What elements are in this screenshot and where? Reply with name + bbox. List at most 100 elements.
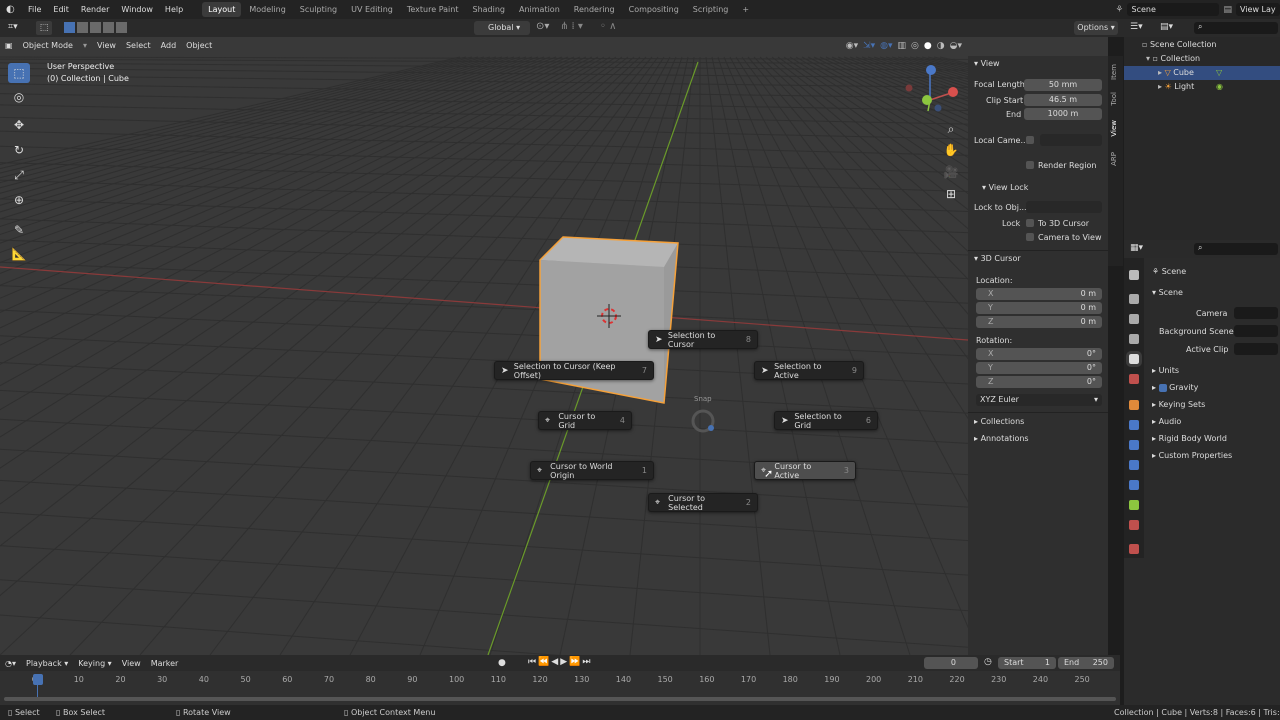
collections-section-header[interactable]: ▸ Collections <box>968 415 1024 429</box>
background-scene-field[interactable] <box>1234 325 1278 337</box>
overlay-toggle-icon[interactable]: ◍▾ <box>880 41 892 51</box>
3d-viewport[interactable]: ▣ Object Mode ▾ View Select Add Object ◉… <box>0 37 1108 655</box>
editor-type-icon[interactable]: ⌗▾ <box>8 22 18 32</box>
annotations-section-header[interactable]: ▸ Annotations <box>968 432 1029 446</box>
rotate-tool-icon[interactable]: ↻ <box>8 140 30 160</box>
menu-add[interactable]: Add <box>156 41 182 50</box>
timeline-editor-icon[interactable]: ◔▾ <box>0 659 21 668</box>
tab-compositing[interactable]: Compositing <box>623 2 685 17</box>
blender-logo-icon[interactable]: ◐ <box>0 0 22 19</box>
playhead[interactable] <box>33 674 43 685</box>
tab-rendering[interactable]: Rendering <box>568 2 621 17</box>
menu-marker[interactable]: Marker <box>146 659 184 668</box>
pie-item-selection-to-active[interactable]: ➤ Selection to Active 9 <box>754 361 864 380</box>
local-camera-checkbox[interactable] <box>1026 136 1034 144</box>
gravity-checkbox[interactable] <box>1158 383 1167 392</box>
object-mode-dropdown[interactable]: Object Mode <box>18 41 78 50</box>
start-frame-field[interactable]: Start 1 <box>998 657 1056 669</box>
pie-item-cursor-to-grid[interactable]: ⌖ Cursor to Grid 4 <box>538 411 632 430</box>
light-data-icon[interactable]: ◉ <box>1216 80 1223 94</box>
cursor-rotation-y[interactable]: Y 0° <box>976 362 1102 374</box>
playback-controls[interactable]: ⏮⏪◀▶⏩⏭ <box>528 657 592 667</box>
data-tab-icon[interactable] <box>1129 500 1139 510</box>
properties-search-input[interactable]: ⌕ <box>1194 243 1278 255</box>
3d-cursor-section-header[interactable]: ▾ 3D Cursor <box>968 252 1021 266</box>
tab-shading[interactable]: Shading <box>466 2 511 17</box>
camera-view-icon[interactable]: 🎥 <box>940 162 962 182</box>
lock-to-object-field[interactable] <box>1026 201 1102 213</box>
transform-tool-icon[interactable]: ⊕ <box>8 190 30 210</box>
view-lock-header[interactable]: ▾ View Lock <box>968 181 1028 195</box>
menu-edit[interactable]: Edit <box>47 0 75 19</box>
cursor-rotation-x[interactable]: X 0° <box>976 348 1102 360</box>
orientation-dropdown[interactable]: Global ▾ <box>474 21 530 35</box>
menu-select[interactable]: Select <box>121 41 156 50</box>
menu-keying[interactable]: Keying ▾ <box>73 659 116 668</box>
camera-to-view-checkbox[interactable] <box>1026 233 1034 241</box>
display-mode-icon[interactable]: ▤▾ <box>1160 22 1173 32</box>
menu-playback[interactable]: Playback ▾ <box>21 659 73 668</box>
pie-item-selection-to-cursor-keep-offset[interactable]: ➤ Selection to Cursor (Keep Offset) 7 <box>494 361 654 380</box>
object-tab-icon[interactable] <box>1129 400 1139 410</box>
cursor-tool-icon[interactable]: ◎ <box>8 87 30 107</box>
rigid-body-world-section-header[interactable]: ▸ Rigid Body World <box>1152 434 1227 443</box>
material-tab-icon[interactable] <box>1129 520 1139 530</box>
rotation-mode-dropdown[interactable]: XYZ Euler ▾ <box>976 394 1102 406</box>
annotate-tool-icon[interactable]: ✎ <box>8 220 30 240</box>
view-layer-tab-icon[interactable] <box>1129 334 1139 344</box>
timeline-scrollbar[interactable] <box>4 697 1116 701</box>
gizmo-toggle-icon[interactable]: ⇲▾ <box>863 41 875 51</box>
scale-tool-icon[interactable]: ⤢ <box>8 165 30 185</box>
to-3d-cursor-checkbox[interactable] <box>1026 219 1034 227</box>
properties-editor-icon[interactable]: ▦▾ <box>1130 243 1143 253</box>
mesh-data-icon[interactable]: ▽ <box>1216 66 1222 80</box>
constraints-tab-icon[interactable] <box>1129 480 1139 490</box>
cursor-location-z[interactable]: Z0 m <box>976 316 1102 328</box>
output-tab-icon[interactable] <box>1129 314 1139 324</box>
scene-section-header[interactable]: ▾ Scene <box>1152 288 1183 297</box>
pie-item-cursor-to-selected[interactable]: ⌖ Cursor to Selected 2 <box>648 493 758 512</box>
outliner-scene-collection[interactable]: ▫ Scene Collection <box>1124 38 1280 52</box>
record-icon[interactable]: ● <box>498 658 506 668</box>
perspective-grid-icon[interactable]: ⊞ <box>940 184 962 204</box>
gravity-section-header[interactable]: ▸ Gravity <box>1152 383 1198 392</box>
pie-item-selection-to-cursor[interactable]: ➤ Selection to Cursor 8 <box>648 330 758 349</box>
scene-selector[interactable]: Scene <box>1127 3 1220 16</box>
render-region-checkbox[interactable] <box>1026 161 1034 169</box>
selection-mode-buttons[interactable] <box>64 22 142 34</box>
menu-help[interactable]: Help <box>159 0 189 19</box>
cursor-location-x[interactable]: X0 m <box>976 288 1102 300</box>
tab-view[interactable]: View <box>1110 120 1118 137</box>
pie-item-cursor-to-world-origin[interactable]: ⌖ Cursor to World Origin 1 <box>530 461 654 480</box>
menu-timeline-view[interactable]: View <box>117 659 146 668</box>
texture-tab-icon[interactable] <box>1129 544 1139 554</box>
tab-layout[interactable]: Layout <box>202 2 242 17</box>
tab-scripting[interactable]: Scripting <box>687 2 735 17</box>
cursor-rotation-z[interactable]: Z 0° <box>976 376 1102 388</box>
particles-tab-icon[interactable] <box>1129 440 1139 450</box>
pie-item-selection-to-grid[interactable]: ➤ Selection to Grid 6 <box>774 411 878 430</box>
clip-end-field[interactable]: 1000 m <box>1024 108 1102 120</box>
frame-ruler[interactable]: 0102030405060708090100110120130140150160… <box>0 673 1120 687</box>
outliner-editor-icon[interactable]: ☰▾ <box>1130 22 1143 32</box>
shading-solid-icon[interactable]: ● <box>924 41 932 51</box>
active-clip-field[interactable] <box>1234 343 1278 355</box>
visibility-icon[interactable]: ◉▾ <box>846 41 858 51</box>
outliner-cube[interactable]: ▸ ▽ Cube ▽ <box>1124 66 1280 80</box>
menu-file[interactable]: File <box>22 0 47 19</box>
camera-field[interactable] <box>1234 307 1278 319</box>
physics-tab-icon[interactable] <box>1129 460 1139 470</box>
tab-modeling[interactable]: Modeling <box>243 2 291 17</box>
tab-arp[interactable]: ARP <box>1110 152 1118 166</box>
tab-sculpting[interactable]: Sculpting <box>294 2 343 17</box>
shading-rendered-icon[interactable]: ◒▾ <box>950 41 962 51</box>
options-dropdown[interactable]: Options ▾ <box>1074 21 1118 35</box>
shading-wireframe-icon[interactable]: ◎ <box>911 41 919 51</box>
add-workspace-icon[interactable]: + <box>736 2 755 17</box>
select-tool-icon[interactable]: ⬚ <box>36 21 52 35</box>
menu-window[interactable]: Window <box>115 0 159 19</box>
xray-icon[interactable]: ▥ <box>898 41 907 51</box>
local-camera-field[interactable] <box>1040 134 1102 146</box>
menu-object[interactable]: Object <box>181 41 217 50</box>
zoom-icon[interactable]: ⌕ <box>940 119 962 139</box>
